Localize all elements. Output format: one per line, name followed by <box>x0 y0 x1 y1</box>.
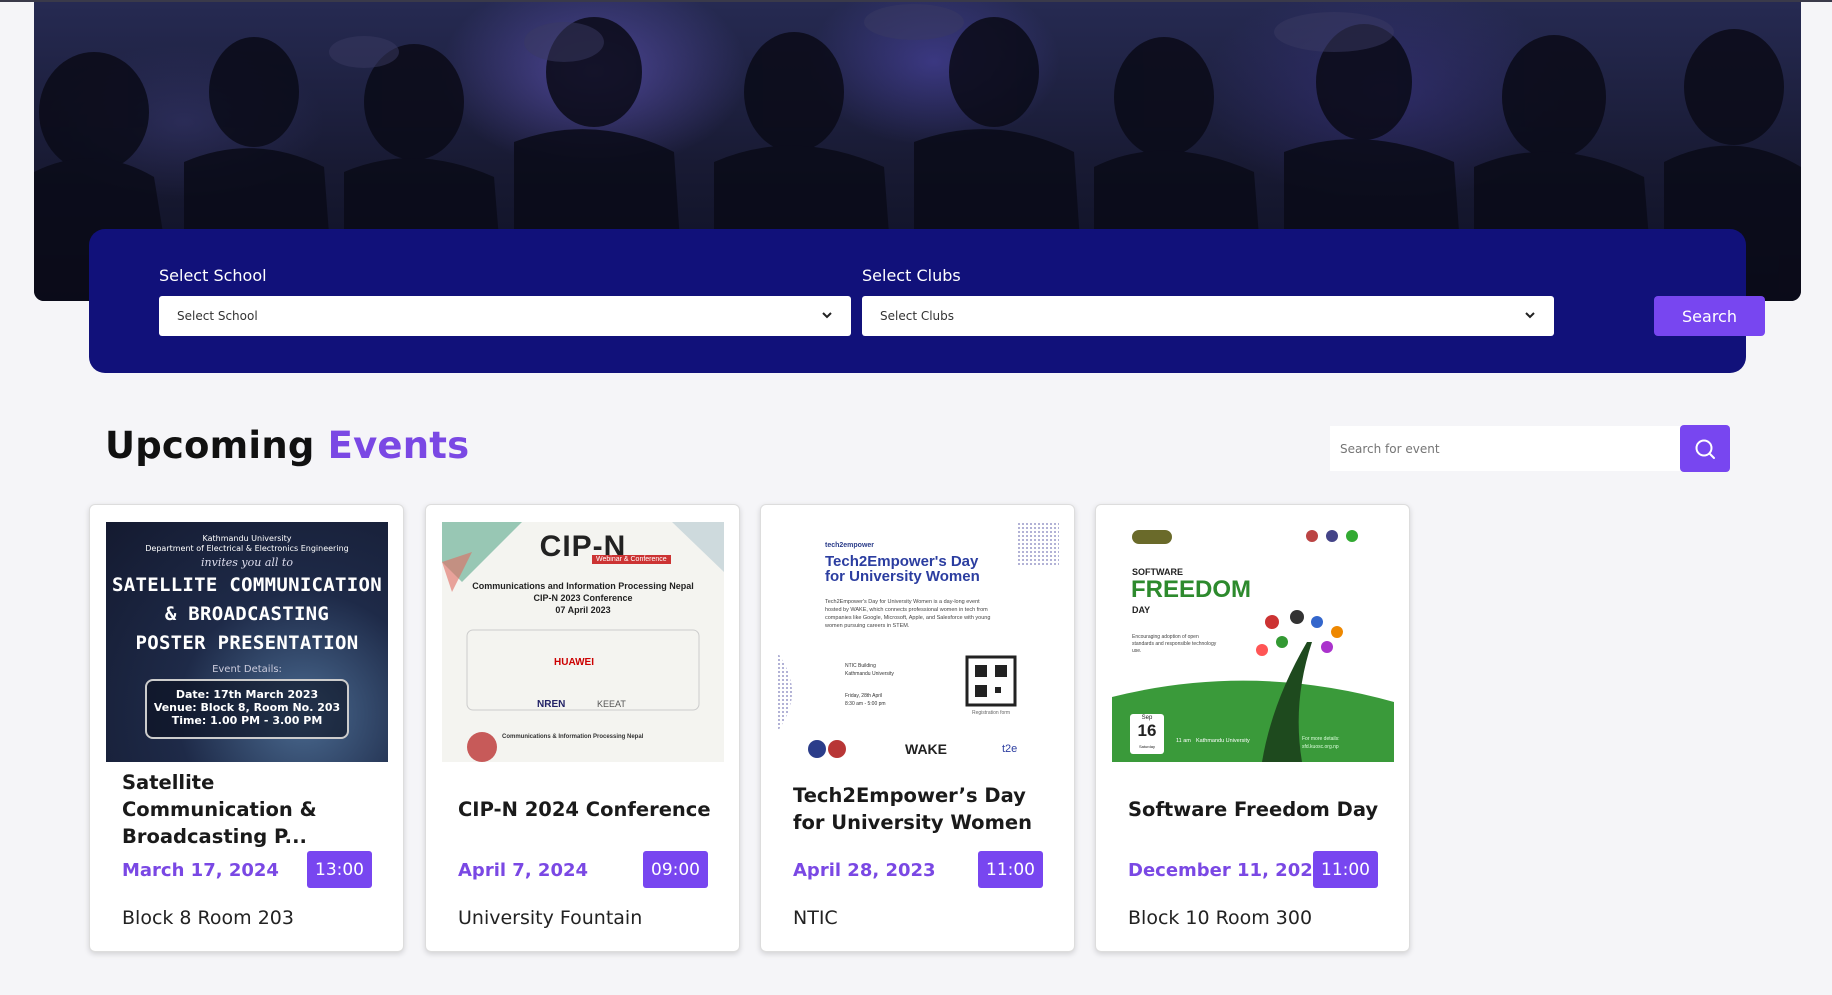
event-time-badge: 11:00 <box>1313 851 1378 888</box>
event-title[interactable]: CIP-N 2024 Conference <box>458 781 718 837</box>
event-time-badge: 13:00 <box>307 851 372 888</box>
event-venue: Block 10 Room 300 <box>1128 907 1313 929</box>
poster-headline: Tech2Empower's Day for University Women <box>825 553 980 585</box>
title-part-1: Upcoming <box>105 424 315 467</box>
event-time-badge: 09:00 <box>643 851 708 888</box>
clubs-select-value: Select Clubs <box>880 309 955 323</box>
poster-text: Communications and Information Processin… <box>472 581 694 615</box>
filter-panel: Select School Select School Select Clubs… <box>89 229 1765 373</box>
school-select[interactable]: Select School <box>159 296 851 336</box>
chevron-down-icon <box>822 312 832 319</box>
event-date: March 17, 2024 <box>122 860 279 881</box>
event-venue: NTIC <box>793 907 838 929</box>
event-title[interactable]: Satellite Communication & Broadcasting P… <box>122 771 382 848</box>
poster-headline: SATELLITE COMMUNICATION & BROADCASTING P… <box>112 574 382 654</box>
poster-details-label: Event Details: <box>212 664 282 675</box>
title-part-2: Events <box>327 424 470 467</box>
page-title: Upcoming Events <box>105 424 469 467</box>
school-label: Select School <box>159 266 267 285</box>
poster-tag: Webinar & Conference <box>592 555 671 564</box>
event-venue: University Fountain <box>458 907 643 929</box>
poster-reg: Registration form <box>972 710 1011 716</box>
poster-footer: Communications & Information Processing … <box>502 734 644 740</box>
poster-desc: Encouraging adoption of open standards a… <box>1132 634 1217 654</box>
poster-day: DAY <box>1132 605 1151 615</box>
event-date: April 7, 2024 <box>458 860 589 881</box>
search-button[interactable]: Search <box>1654 296 1765 336</box>
poster-t2e-logo: t2e <box>1002 743 1018 755</box>
event-card[interactable]: SOFTWARE FREEDOM DAY Encouraging adoptio… <box>1095 504 1410 952</box>
poster-org: Kathmandu University Department of Elect… <box>145 534 349 553</box>
event-card[interactable]: tech2empower Tech2Empower's Day for Univ… <box>760 504 1075 952</box>
event-poster: Kathmandu University Department of Elect… <box>106 522 388 762</box>
event-search-input[interactable] <box>1330 426 1680 471</box>
search-icon <box>1695 439 1715 459</box>
poster-date-num: 16 <box>1137 721 1157 740</box>
poster-time: Friday, 28th April 8:30 am - 5:00 pm <box>845 693 886 707</box>
poster-place: Kathmandu University <box>1196 738 1250 744</box>
clubs-label: Select Clubs <box>862 266 961 285</box>
poster-invite: invites you all to <box>201 556 293 569</box>
event-poster: SOFTWARE FREEDOM DAY Encouraging adoptio… <box>1112 522 1394 762</box>
poster-big: FREEDOM <box>1131 576 1251 603</box>
event-card[interactable]: CIP-N Webinar & Conference Communication… <box>425 504 740 952</box>
poster-more: For more details: sfd.kuosc.org.np <box>1302 736 1340 750</box>
event-search-button[interactable] <box>1680 425 1730 472</box>
poster-sponsor: KEEAT <box>597 699 626 709</box>
poster-brand: tech2empower <box>825 542 875 549</box>
poster-body: Tech2Empower's Day for University Women … <box>825 599 991 629</box>
clubs-select[interactable]: Select Clubs <box>862 296 1554 336</box>
event-card[interactable]: Kathmandu University Department of Elect… <box>89 504 404 952</box>
poster-location: NTIC Building Kathmandu University <box>845 663 894 677</box>
event-poster: tech2empower Tech2Empower's Day for Univ… <box>777 522 1059 762</box>
chevron-down-icon <box>1525 312 1535 319</box>
poster-sponsor: NREN <box>537 699 566 710</box>
poster-time: 11 am <box>1176 738 1191 744</box>
event-title[interactable]: Software Freedom Day <box>1128 781 1388 837</box>
event-date: December 11, 2023 <box>1128 860 1326 881</box>
poster-weekday: Saturday <box>1138 744 1155 749</box>
school-select-value: Select School <box>177 309 258 323</box>
poster-details-box: Date: 17th March 2023 Venue: Block 8, Ro… <box>145 679 349 739</box>
event-time-badge: 11:00 <box>978 851 1043 888</box>
event-title[interactable]: Tech2Empower’s Day for University Women <box>793 781 1053 837</box>
poster-logo: CIP-N <box>539 530 627 563</box>
poster-sponsor: HUAWEI <box>554 657 594 668</box>
poster-wake-logo: WAKE <box>905 741 947 757</box>
event-venue: Block 8 Room 203 <box>122 907 294 929</box>
event-date: April 28, 2023 <box>793 860 936 881</box>
event-poster: CIP-N Webinar & Conference Communication… <box>442 522 724 762</box>
